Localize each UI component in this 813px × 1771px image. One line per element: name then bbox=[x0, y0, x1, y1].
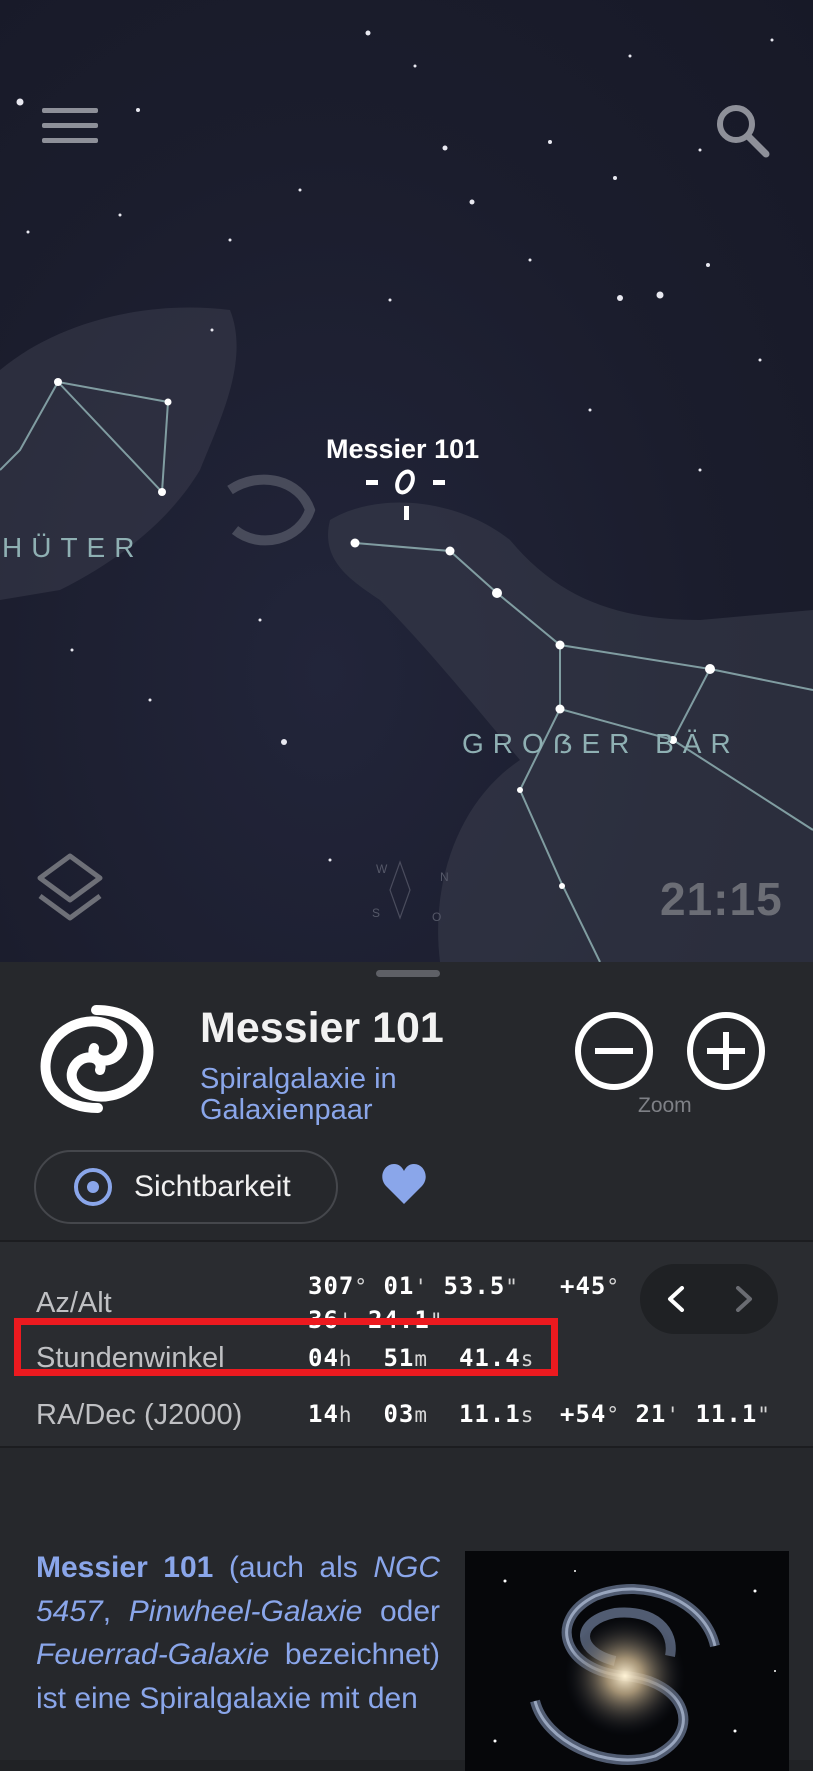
chevron-right-icon[interactable] bbox=[732, 1286, 756, 1312]
alt-value-deg: +45° bbox=[560, 1272, 621, 1300]
visibility-button[interactable]: Sichtbarkeit bbox=[34, 1150, 338, 1224]
alias-link[interactable]: Feuerrad-Galaxie bbox=[36, 1638, 269, 1671]
object-info-sheet: Messier 101 Spiralgalaxie in Galaxienpaa… bbox=[0, 962, 813, 1771]
coords-nav bbox=[640, 1264, 778, 1334]
compass-o: O bbox=[432, 910, 442, 924]
galaxy-icon bbox=[40, 1005, 154, 1113]
ra-value: 14h 03m 11.1s bbox=[308, 1400, 535, 1428]
ra-dec-label: RA/Dec (J2000) bbox=[36, 1399, 243, 1431]
target-icon bbox=[74, 1168, 112, 1206]
galaxy-image[interactable] bbox=[465, 1551, 789, 1771]
sky-view[interactable]: HÜTER GROẞER BÄR Messier 101 W N S O 21:… bbox=[0, 0, 813, 962]
az-alt-label: Az/Alt bbox=[36, 1287, 112, 1319]
search-icon[interactable] bbox=[712, 100, 772, 160]
visibility-label: Sichtbarkeit bbox=[134, 1170, 291, 1203]
az-value: 307° 01' 53.5" bbox=[308, 1272, 519, 1300]
zoom-out-button[interactable] bbox=[575, 1012, 653, 1090]
compass-n: N bbox=[440, 870, 449, 884]
heart-icon[interactable] bbox=[380, 1162, 428, 1206]
compass-s: S bbox=[372, 906, 381, 920]
time-display[interactable]: 21:15 bbox=[660, 872, 783, 926]
constellation-label-ursa-major: GROẞER BÄR bbox=[462, 728, 740, 759]
dec-value: +54° 21' 11.1" bbox=[560, 1400, 771, 1428]
highlight-box bbox=[14, 1318, 558, 1376]
menu-icon bbox=[42, 108, 98, 113]
compass-w: W bbox=[376, 862, 388, 876]
object-subtitle: Spiralgalaxie in Galaxienpaar bbox=[200, 1063, 397, 1126]
menu-button[interactable] bbox=[42, 108, 98, 152]
object-title: Messier 101 bbox=[200, 1004, 444, 1052]
object-label[interactable]: Messier 101 bbox=[326, 434, 479, 465]
star-field bbox=[0, 30, 813, 962]
description-name[interactable]: Messier 101 bbox=[36, 1551, 213, 1584]
zoom-label: Zoom bbox=[638, 1094, 692, 1117]
divider bbox=[0, 1446, 813, 1448]
zoom-in-button[interactable] bbox=[687, 1012, 765, 1090]
alias-link[interactable]: Pinwheel-Galaxie bbox=[129, 1595, 362, 1628]
drag-handle[interactable] bbox=[376, 970, 440, 977]
chevron-left-icon[interactable] bbox=[664, 1286, 688, 1312]
constellation-label-bootes: HÜTER bbox=[2, 532, 144, 563]
description-text: Messier 101 (auch als NGC 5457, Pinwheel… bbox=[36, 1551, 440, 1715]
layers-icon[interactable] bbox=[34, 852, 106, 930]
